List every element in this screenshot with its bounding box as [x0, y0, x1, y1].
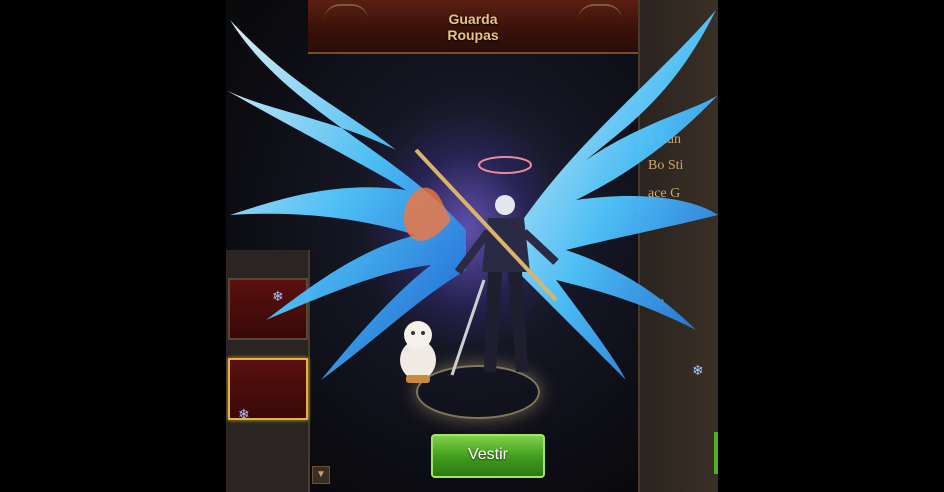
wardrobe-window: Guarda Roupas ❄ ❄ a Run Bo Sti ace G Cu …	[226, 0, 718, 492]
left-wing	[226, 20, 466, 380]
left-letterbox	[0, 0, 226, 492]
equip-button[interactable]: Vestir	[431, 434, 545, 478]
character-preview[interactable]	[226, 0, 718, 492]
right-wing	[516, 10, 718, 380]
pet-companion	[400, 321, 436, 383]
right-letterbox	[718, 0, 944, 492]
secondary-button-edge[interactable]	[714, 432, 718, 474]
scroll-down-arrow[interactable]: ▼	[312, 466, 330, 484]
